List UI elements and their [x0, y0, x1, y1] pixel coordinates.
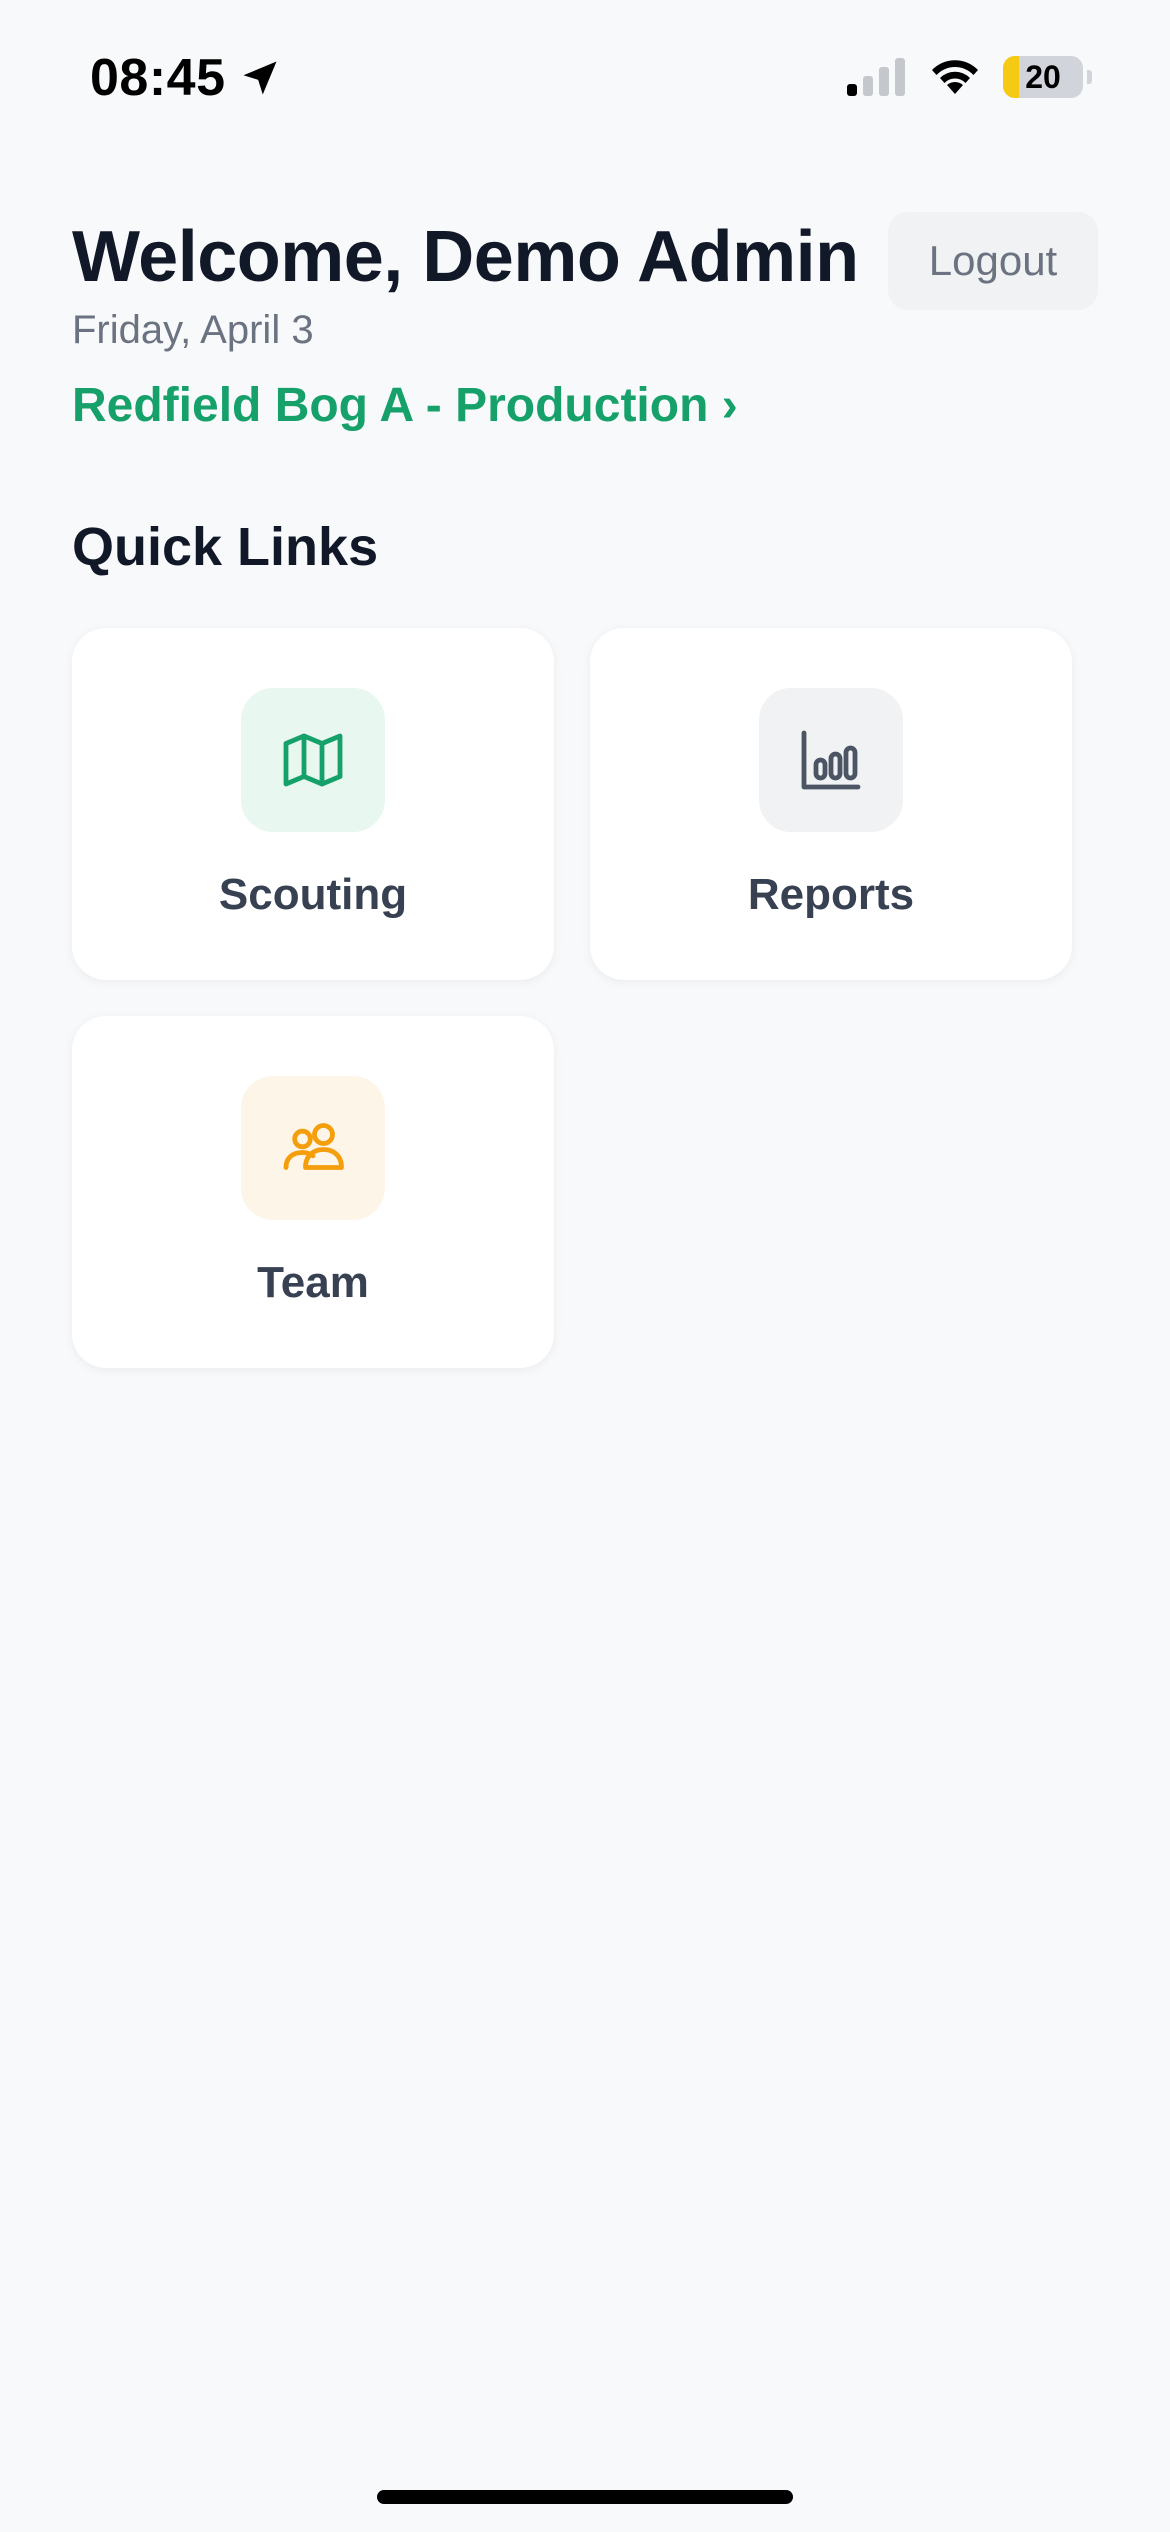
users-icon — [283, 1123, 344, 1170]
status-time-text: 08:45 — [90, 49, 226, 107]
status-bar: 08:45 20 — [0, 0, 1170, 150]
battery-level: 20 — [1025, 58, 1061, 95]
wifi-icon — [932, 60, 978, 94]
farm-selector-link[interactable]: Redfield Bog A - Production › — [72, 378, 738, 433]
quick-link-label: Reports — [747, 870, 915, 919]
quick-link-scouting[interactable]: Scouting — [72, 628, 554, 980]
team-icon-box — [241, 1076, 385, 1220]
battery-cap — [1087, 70, 1092, 84]
map-icon — [283, 733, 343, 787]
quick-link-reports[interactable]: Reports — [590, 628, 1072, 980]
quick-link-team[interactable]: Team — [72, 1016, 554, 1368]
battery-indicator: 20 — [1003, 56, 1083, 98]
cellular-signal-icon — [847, 58, 905, 96]
scouting-icon-box — [241, 688, 385, 832]
header: Welcome, Demo Admin Logout Friday, April… — [72, 212, 1098, 433]
date-text: Friday, April 3 — [72, 308, 314, 352]
quick-links-title: Quick Links — [72, 517, 379, 577]
logout-button[interactable]: Logout — [888, 212, 1098, 310]
home-indicator[interactable] — [377, 2490, 793, 2504]
status-indicators: 20 — [847, 56, 1092, 98]
reports-icon-box — [759, 688, 903, 832]
battery-fill — [1003, 56, 1019, 98]
quick-link-label: Scouting — [218, 870, 408, 919]
quick-links-grid: Scouting Reports Team — [72, 628, 1072, 1368]
location-arrow-icon — [243, 61, 276, 95]
quick-link-label: Team — [257, 1258, 369, 1307]
bar-chart-icon — [801, 730, 861, 790]
status-time: 08:45 — [90, 48, 282, 108]
